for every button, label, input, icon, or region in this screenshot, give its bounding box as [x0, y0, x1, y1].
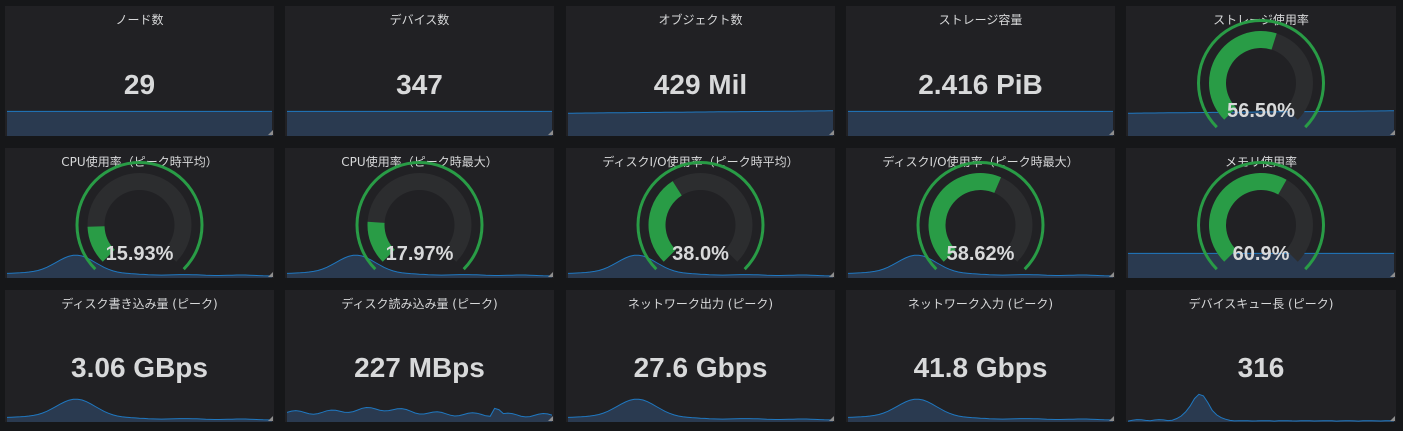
- panel-storage-usage[interactable]: ストレージ使用率 56.50%: [1126, 6, 1396, 136]
- sparkline-area: [568, 110, 833, 136]
- stat-value: 3.06 GBps: [71, 352, 208, 383]
- sparkline-area: [287, 111, 552, 136]
- resize-handle-icon[interactable]: [268, 272, 273, 277]
- panel-disk-io-peak-avg[interactable]: ディスクI/O使用率（ピーク時平均） 38.0%: [566, 148, 835, 278]
- resize-handle-icon[interactable]: [1390, 416, 1395, 421]
- stat-value: 316: [1237, 352, 1285, 383]
- resize-handle-icon[interactable]: [829, 272, 834, 277]
- sparkline: [7, 398, 272, 422]
- panel-title: オブジェクト数: [658, 13, 743, 27]
- gauge-value: 60.9%: [1232, 243, 1290, 265]
- resize-handle-icon[interactable]: [548, 272, 553, 277]
- resize-handle-icon[interactable]: [1109, 416, 1114, 421]
- panel-disk-read-peak[interactable]: ディスク読み込み量 (ピーク) 227 MBps: [285, 290, 554, 422]
- panel-object-count[interactable]: オブジェクト数 429 Mil: [566, 6, 835, 136]
- resize-handle-icon[interactable]: [1390, 272, 1395, 277]
- panel-node-count[interactable]: ノード数 29: [5, 6, 274, 136]
- sparkline-area: [7, 111, 272, 136]
- sparkline: [287, 406, 552, 422]
- resize-handle-icon[interactable]: [548, 130, 553, 135]
- panel-cpu-peak-max[interactable]: CPU使用率（ピーク時最大） 17.97%: [285, 148, 554, 278]
- gauge-value: 15.93%: [105, 243, 174, 265]
- sparkline: [848, 398, 1113, 422]
- resize-handle-icon[interactable]: [548, 416, 553, 421]
- sparkline: [568, 398, 833, 422]
- sparkline-area: [1128, 394, 1394, 422]
- gauge-value: 17.97%: [385, 243, 454, 265]
- resize-handle-icon[interactable]: [1109, 272, 1114, 277]
- panel-memory-usage[interactable]: メモリ使用率 60.9%: [1126, 148, 1396, 278]
- sparkline-area: [287, 407, 552, 422]
- stat-value: 2.416 PiB: [918, 69, 1043, 100]
- panel-title: ディスク書き込み量 (ピーク): [61, 297, 218, 311]
- resize-handle-icon[interactable]: [829, 416, 834, 421]
- gauge-value: 56.50%: [1227, 100, 1295, 122]
- gauge-value: 38.0%: [672, 243, 729, 265]
- sparkline-line: [1128, 393, 1394, 422]
- panel-title: デバイス数: [389, 13, 450, 27]
- sparkline: [568, 110, 833, 136]
- panel-title: ディスク読み込み量 (ピーク): [341, 297, 498, 311]
- stat-value: 27.6 Gbps: [633, 352, 768, 383]
- panel-title: ノード数: [115, 13, 164, 27]
- panel-title: デバイスキュー長 (ピーク): [1188, 297, 1334, 311]
- sparkline-area: [848, 111, 1113, 136]
- resize-handle-icon[interactable]: [829, 130, 834, 135]
- stat-value: 41.8 Gbps: [913, 352, 1048, 383]
- panel-title: ネットワーク入力 (ピーク): [907, 297, 1054, 311]
- panel-device-count[interactable]: デバイス数 347: [285, 6, 554, 136]
- sparkline: [1128, 393, 1394, 422]
- resize-handle-icon[interactable]: [268, 130, 273, 135]
- sparkline: [7, 110, 272, 136]
- sparkline: [287, 110, 552, 136]
- panel-storage-capacity[interactable]: ストレージ容量 2.416 PiB: [846, 6, 1115, 136]
- panel-cpu-peak-avg[interactable]: CPU使用率（ピーク時平均） 15.93%: [5, 148, 274, 278]
- stat-value: 227 MBps: [354, 352, 485, 383]
- resize-handle-icon[interactable]: [1390, 130, 1395, 135]
- panel-network-out-peak[interactable]: ネットワーク出力 (ピーク) 27.6 Gbps: [566, 290, 835, 422]
- panel-device-queue-peak[interactable]: デバイスキュー長 (ピーク) 316: [1126, 290, 1396, 422]
- resize-handle-icon[interactable]: [1109, 130, 1114, 135]
- stat-value: 29: [123, 69, 156, 100]
- panel-title: ネットワーク出力 (ピーク): [627, 297, 774, 311]
- stat-value: 347: [396, 69, 443, 100]
- panel-title: ストレージ容量: [938, 13, 1023, 27]
- panel-disk-io-peak-max[interactable]: ディスクI/O使用率（ピーク時最大） 58.62%: [846, 148, 1115, 278]
- panel-disk-write-peak[interactable]: ディスク書き込み量 (ピーク) 3.06 GBps: [5, 290, 274, 422]
- resize-handle-icon[interactable]: [268, 416, 273, 421]
- stat-value: 429 Mil: [653, 69, 748, 100]
- gauge-value: 58.62%: [946, 243, 1015, 265]
- sparkline: [848, 110, 1113, 136]
- panel-network-in-peak[interactable]: ネットワーク入力 (ピーク) 41.8 Gbps: [846, 290, 1115, 422]
